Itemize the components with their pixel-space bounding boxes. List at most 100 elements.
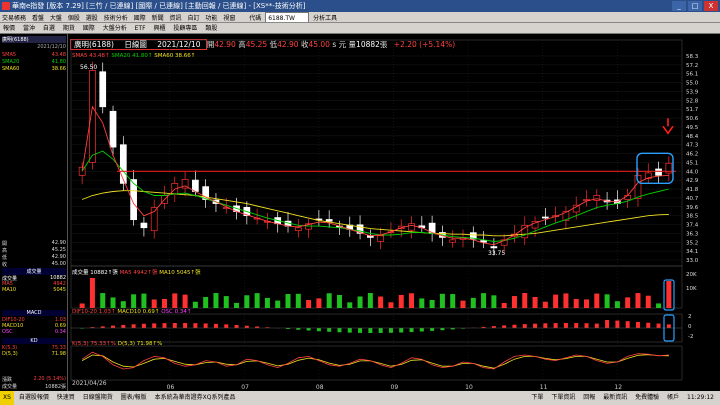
kd-header-k: K(5,3) 75.33↑% [72, 341, 116, 347]
price-tick-label: 41.8 [686, 187, 699, 193]
volume-bar [367, 293, 373, 308]
candle-body [119, 144, 127, 184]
minimize-button[interactable]: _ [672, 1, 686, 11]
volume-bar [553, 294, 559, 308]
status-item-chart[interactable]: 圖表/報版 [118, 391, 150, 405]
price-tick-label: 47.3 [686, 143, 699, 149]
quote-low: 低 42.90 [2, 254, 66, 261]
toolbar-item-intl[interactable]: 國際 [80, 23, 98, 33]
macd-bar [213, 323, 218, 328]
menu-item-window[interactable]: 視窗 [221, 13, 237, 22]
volume-bar [532, 296, 538, 308]
menu-item-intl[interactable]: 國際 [132, 13, 148, 22]
volume-bars [79, 278, 672, 308]
volume-bar [460, 300, 466, 308]
status-order[interactable]: 下單 [528, 391, 546, 405]
close-button[interactable]: X [704, 1, 718, 11]
ma-lines [81, 105, 670, 246]
month-tick-label: 12 [614, 384, 622, 390]
macd-tick-label: -2 [688, 334, 693, 340]
left-info-panel: 廣明(6188) 2021/12/10 SMA5 43.48 SMA20 41.… [0, 34, 68, 391]
toolbar-item-market-analysis[interactable]: 大盤分析 [100, 23, 130, 33]
window-title: 華南e指發 [版本 7.29] [三竹 / 已連線] [國際 / 已連線] [主… [12, 2, 306, 10]
macd-bar [543, 323, 548, 328]
price-tick-label: 52.8 [686, 98, 699, 104]
volume-bar [316, 298, 322, 308]
candle-body [377, 235, 384, 242]
code-input[interactable]: 6188.TW [265, 12, 310, 22]
candle-body [490, 246, 498, 249]
volume-bar [419, 298, 425, 308]
candle-body [294, 227, 302, 231]
volume-bar [172, 293, 178, 308]
xs-button[interactable]: XS [0, 391, 14, 405]
macd-bar [656, 323, 661, 328]
menu-item-news[interactable]: 新聞 [150, 13, 166, 22]
candle-body [192, 179, 199, 192]
macd-bar [419, 328, 424, 332]
menu-item-info[interactable]: 資訊 [168, 13, 184, 22]
toolbar-item-futures[interactable]: 期貨 [60, 23, 78, 33]
macd-bar [646, 322, 651, 328]
macd-bar [605, 320, 610, 328]
macd-bar [615, 320, 620, 328]
change-row: 漲跌 2.20 (5.14%) [2, 376, 66, 383]
macd-bar [347, 328, 352, 333]
status-account[interactable]: 帳戶 [664, 391, 682, 405]
menu-item-screener[interactable]: 選股 [84, 13, 100, 22]
status-news[interactable]: 最新資訊 [600, 391, 630, 405]
menu-item-watch[interactable]: 看盤 [30, 13, 46, 22]
status-report[interactable]: 回報 [580, 391, 598, 405]
status-order-info[interactable]: 下單資訊 [548, 391, 578, 405]
macd-header: DIF10-20 1.03↑ MACD10 0.69↑ OSC 0.34↑ [72, 309, 191, 315]
volume-bar [347, 302, 353, 308]
macd-bar [512, 324, 517, 328]
price-tick-label: 45.1 [686, 160, 698, 166]
toolbar-item-emerging[interactable]: 興櫃 [150, 23, 168, 33]
status-item-futures[interactable]: 日線盤期貨 [80, 391, 116, 405]
volume-bar [192, 301, 198, 308]
candles [78, 61, 673, 256]
status-item-quickbuy[interactable]: 快速買 [54, 391, 78, 405]
macd-bar [234, 325, 239, 328]
volume-bar [522, 293, 528, 308]
kd-section-title: KD [2, 338, 66, 344]
status-trial[interactable]: 免費體驗 [632, 391, 662, 405]
volume-bar [141, 293, 147, 308]
toolbar-item-quote[interactable]: 報價 [0, 23, 18, 33]
volume-bar [563, 293, 569, 308]
ma-header: SMA5 43.48↑ SMA20 41.80↑ SMA60 38.66↑ [72, 53, 195, 59]
menu-item-custom[interactable]: 自訂 [185, 13, 201, 22]
macd-bar [430, 328, 435, 331]
volume-bar [151, 299, 157, 308]
toolbar-item-daytrade[interactable]: 當沖 [20, 23, 38, 33]
maximize-button[interactable]: □ [688, 1, 702, 11]
volume-bar [439, 293, 445, 308]
volume-bar [234, 302, 240, 308]
menu-item-trade[interactable]: 交易帳務 [0, 13, 28, 22]
toolbar-item-watchlist[interactable]: 自選 [40, 23, 58, 33]
macd-bar [152, 323, 157, 328]
analysis-tool-button[interactable]: 分析工具 [311, 13, 339, 22]
candle-body [325, 219, 333, 222]
toolbar-item-etf[interactable]: ETF [132, 23, 149, 33]
menu-item-market[interactable]: 大盤 [48, 13, 64, 22]
price-tick-label: 40.7 [686, 196, 699, 202]
price-tick-label: 58.3 [686, 54, 699, 60]
month-tick-label: 09 [391, 384, 399, 390]
ma-header-sma5: SMA5 43.48↑ [72, 53, 110, 59]
menu-item-technical[interactable]: 技術分析 [102, 13, 130, 22]
price-chart[interactable]: 58.3 57.2 56.1 55.0 53.9 52.8 51.7 50.6 49.5 48.4… [69, 38, 720, 390]
macd-bar [337, 328, 342, 333]
volume-bar [398, 294, 404, 308]
macd-bar [378, 328, 383, 333]
menu-item-function[interactable]: 功能 [203, 13, 219, 22]
volume-bar [491, 295, 497, 308]
toolbar-item-sector[interactable]: 類股 [202, 23, 220, 33]
menu-item-stock[interactable]: 個股 [66, 13, 82, 22]
candle-body [99, 71, 107, 108]
status-item-watchlist[interactable]: 自選股報價 [16, 391, 52, 405]
symbol-tab[interactable]: 廣明(6188) [2, 36, 66, 43]
toolbar-item-advisor[interactable]: 投顧專區 [170, 23, 200, 33]
volume-bar [254, 293, 260, 308]
